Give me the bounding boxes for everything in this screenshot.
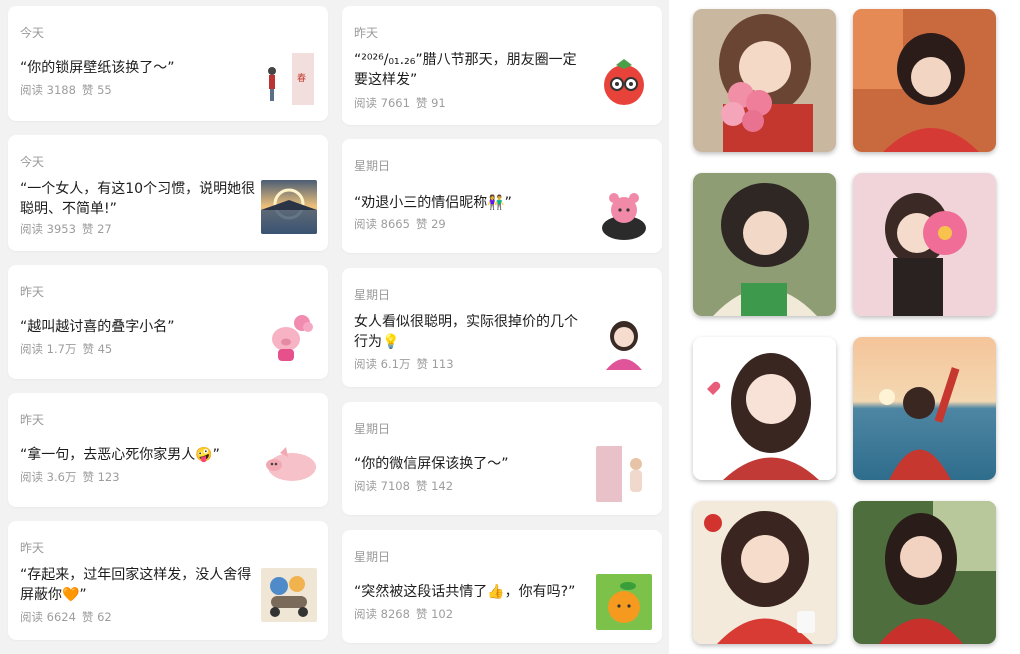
girl-leaves-photo[interactable] <box>853 501 996 644</box>
article-stats: 阅读 7108 赞 142 <box>354 478 459 494</box>
read-count: 阅读 6624 <box>20 610 76 624</box>
like-count: 赞 102 <box>415 607 454 621</box>
like-count: 赞 45 <box>82 342 113 356</box>
article-stats: 阅读 6624 赞 62 <box>20 609 118 625</box>
article-date: 昨天 <box>20 285 45 299</box>
article-title: “你的微信屏保该换了～” <box>354 456 509 472</box>
article-card[interactable]: 星期日 “突然被这段话共情了👍，你有吗?” 阅读 8268 赞 102 <box>342 530 662 643</box>
article-date: 昨天 <box>20 413 45 427</box>
girl-roses-photo[interactable] <box>693 9 836 152</box>
sunset-mountain-image <box>261 180 317 234</box>
read-count: 阅读 3188 <box>20 83 76 97</box>
article-card[interactable]: 昨天 “越叫越讨喜的叠字小名” 阅读 1.7万赞 45 <box>8 265 328 379</box>
article-date: 昨天 <box>20 541 45 555</box>
article-date: 星期日 <box>354 159 391 173</box>
like-count: 赞 62 <box>81 610 112 624</box>
article-date: 昨天 <box>354 26 379 40</box>
couple-sketch-icon: 春 <box>262 51 318 107</box>
article-title: “²⁰²⁶/₀₁.₂₆”腊八节那天，朋友圈一定要这样发” <box>354 52 577 88</box>
article-card[interactable]: 星期日 女人看似很聪明，实际很掉价的几个行为💡 阅读 6.1万赞 113 <box>342 268 662 387</box>
tomato-glasses-sticker <box>596 53 652 109</box>
article-date: 星期日 <box>354 422 391 436</box>
like-count: 赞 55 <box>81 83 112 97</box>
girl-coffee-photo[interactable] <box>693 501 836 644</box>
read-count: 阅读 3.6万 <box>20 470 77 484</box>
article-title: “越叫越讨喜的叠字小名” <box>20 319 175 335</box>
read-count: 阅读 8665 <box>354 217 410 231</box>
article-card[interactable]: 昨天 “拿一句，去恶心死你家男人🤪” 阅读 3.6万赞 123 <box>8 393 328 507</box>
like-count: 赞 142 <box>415 479 454 493</box>
article-stats: 阅读 3188 赞 55 <box>20 82 118 98</box>
article-stats: 阅读 8665 赞 29 <box>354 216 452 232</box>
article-date: 星期日 <box>354 550 391 564</box>
read-count: 阅读 1.7万 <box>20 342 77 356</box>
article-title: “存起来，过年回家这样发，没人舍得屏蔽你🧡” <box>20 567 252 603</box>
article-title: “你的锁屏壁纸该换了～” <box>20 60 175 76</box>
like-count: 赞 123 <box>82 470 120 484</box>
article-date: 今天 <box>20 26 45 40</box>
article-title: “拿一句，去恶心死你家男人🤪” <box>20 447 220 463</box>
girl-pink-flower-photo[interactable] <box>853 173 996 316</box>
article-date: 星期日 <box>354 288 391 302</box>
article-title: 女人看似很聪明，实际很掉价的几个行为💡 <box>354 314 578 350</box>
girl-heart-photo[interactable] <box>693 337 836 480</box>
article-title: “一个女人，有这10个习惯，说明她很聪明、不简单!” <box>20 181 256 217</box>
like-count: 赞 27 <box>81 222 112 236</box>
article-card[interactable]: 今天 “你的锁屏壁纸该换了～” 阅读 3188 赞 55 春 <box>8 6 328 121</box>
article-title: “劝退小三的情侣昵称👫” <box>354 195 512 211</box>
girl-illustration <box>596 314 652 370</box>
girl-green-book-photo[interactable] <box>693 173 836 316</box>
orange-fruit-sticker <box>596 574 652 630</box>
cartoon-riders-sticker <box>261 568 317 622</box>
read-count: 阅读 7661 <box>354 96 410 110</box>
girl-red-dress-photo[interactable] <box>853 9 996 152</box>
article-title: “突然被这段话共情了👍，你有吗?” <box>354 584 576 600</box>
article-card[interactable]: 昨天 “²⁰²⁶/₀₁.₂₆”腊八节那天，朋友圈一定要这样发” 阅读 7661 赞… <box>342 6 662 125</box>
article-card[interactable]: 昨天 “存起来，过年回家这样发，没人舍得屏蔽你🧡” 阅读 6624 赞 62 <box>8 521 328 640</box>
like-count: 赞 91 <box>415 96 446 110</box>
article-date: 今天 <box>20 155 45 169</box>
article-card[interactable]: 星期日 “你的微信屏保该换了～” 阅读 7108 赞 142 <box>342 402 662 515</box>
svg-text:春: 春 <box>297 72 306 84</box>
pig-flower-sticker <box>262 309 318 365</box>
like-count: 赞 113 <box>416 357 454 371</box>
read-count: 阅读 6.1万 <box>354 357 411 371</box>
pink-bear-sticker <box>596 186 652 242</box>
article-stats: 阅读 6.1万赞 113 <box>354 356 460 372</box>
article-stats: 阅读 1.7万赞 45 <box>20 341 118 357</box>
girl-sea-wave-photo[interactable] <box>853 337 996 480</box>
read-count: 阅读 7108 <box>354 479 410 493</box>
article-card[interactable]: 今天 “一个女人，有这10个习惯，说明她很聪明、不简单!” 阅读 3953 赞 2… <box>8 135 328 251</box>
pink-wallpaper-image <box>596 446 652 502</box>
read-count: 阅读 3953 <box>20 222 76 236</box>
like-count: 赞 29 <box>415 217 446 231</box>
read-count: 阅读 8268 <box>354 607 410 621</box>
article-stats: 阅读 8268 赞 102 <box>354 606 459 622</box>
article-stats: 阅读 7661 赞 91 <box>354 95 452 111</box>
article-card[interactable]: 星期日 “劝退小三的情侣昵称👫” 阅读 8665 赞 29 <box>342 139 662 253</box>
article-stats: 阅读 3953 赞 27 <box>20 221 118 237</box>
article-stats: 阅读 3.6万赞 123 <box>20 469 126 485</box>
pig-sticker <box>262 437 318 493</box>
